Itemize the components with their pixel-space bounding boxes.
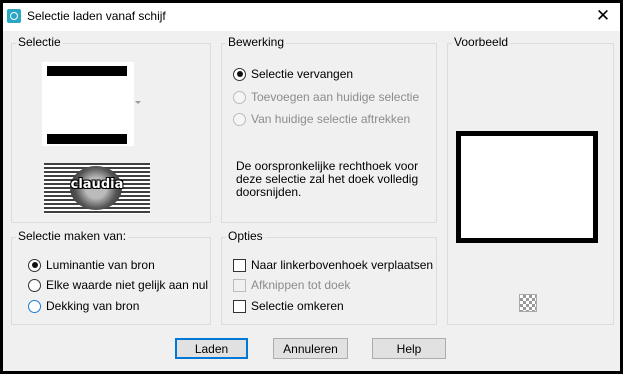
selectie-group-label: Selectie [16,35,63,49]
help-button[interactable]: Help [372,338,446,359]
thumbnail-top-bar [47,66,127,76]
checkbox-clip-canvas-label: Afknippen tot doek [251,278,351,292]
radio-replace-selection[interactable]: Selectie vervangen [233,66,353,82]
checkbox-clip-canvas[interactable]: Afknippen tot doek [233,277,350,293]
checkbox-icon [233,278,246,292]
selection-thumbnail[interactable] [42,62,134,146]
voorbeeld-group-label: Voorbeeld [452,35,511,49]
window-title: Selectie laden vanaf schijf [27,9,166,23]
radio-icon [28,299,41,313]
checkbox-move-topleft-label: Naar linkerbovenhoek verplaatsen [251,258,434,272]
radio-icon [233,112,246,126]
checkbox-invert-selection[interactable]: Selectie omkeren [233,298,344,314]
radio-replace-label: Selectie vervangen [251,67,354,81]
thumbnail-bottom-bar [47,134,127,144]
selectie-maken-group-label: Selectie maken van: [16,229,129,243]
checkbox-icon [233,299,246,313]
radio-subtract-label: Van huidige selectie aftrekken [251,112,411,126]
logo-image: claudia [44,163,150,214]
checkbox-icon [233,258,246,272]
load-button[interactable]: Laden [175,338,248,359]
radio-icon [28,258,41,272]
radio-icon [28,278,41,292]
checkbox-invert-selection-label: Selectie omkeren [251,299,344,313]
radio-luminance-label: Luminantie van bron [46,258,155,272]
radio-icon [233,67,246,81]
radio-opacity[interactable]: Dekking van bron [28,298,139,314]
radio-opacity-label: Dekking van bron [46,299,140,313]
checkbox-move-topleft[interactable]: Naar linkerbovenhoek verplaatsen [233,257,433,273]
close-icon[interactable]: ✕ [594,7,612,25]
radio-luminance[interactable]: Luminantie van bron [28,257,155,273]
radio-add-selection[interactable]: Toevoegen aan huidige selectie [233,89,419,105]
radio-nonzero[interactable]: Elke waarde niet gelijk aan nul [28,277,208,293]
title-bar: Selectie laden vanaf schijf ✕ [3,3,620,31]
radio-subtract-selection[interactable]: Van huidige selectie aftrekken [233,111,410,127]
radio-add-label: Toevoegen aan huidige selectie [251,90,420,104]
preview-image [456,131,598,243]
opties-group-label: Opties [226,229,265,243]
logo-text: claudia [70,177,124,192]
transparency-toggle-icon[interactable] [519,294,537,312]
bewerking-group-label: Bewerking [226,35,287,49]
info-text: De oorspronkelijke rechthoek voor deze s… [236,159,419,199]
chevron-down-icon[interactable] [135,101,141,104]
radio-icon [233,90,246,104]
app-icon [7,9,21,23]
radio-nonzero-label: Elke waarde niet gelijk aan nul [46,278,209,292]
cancel-button[interactable]: Annuleren [273,338,348,359]
